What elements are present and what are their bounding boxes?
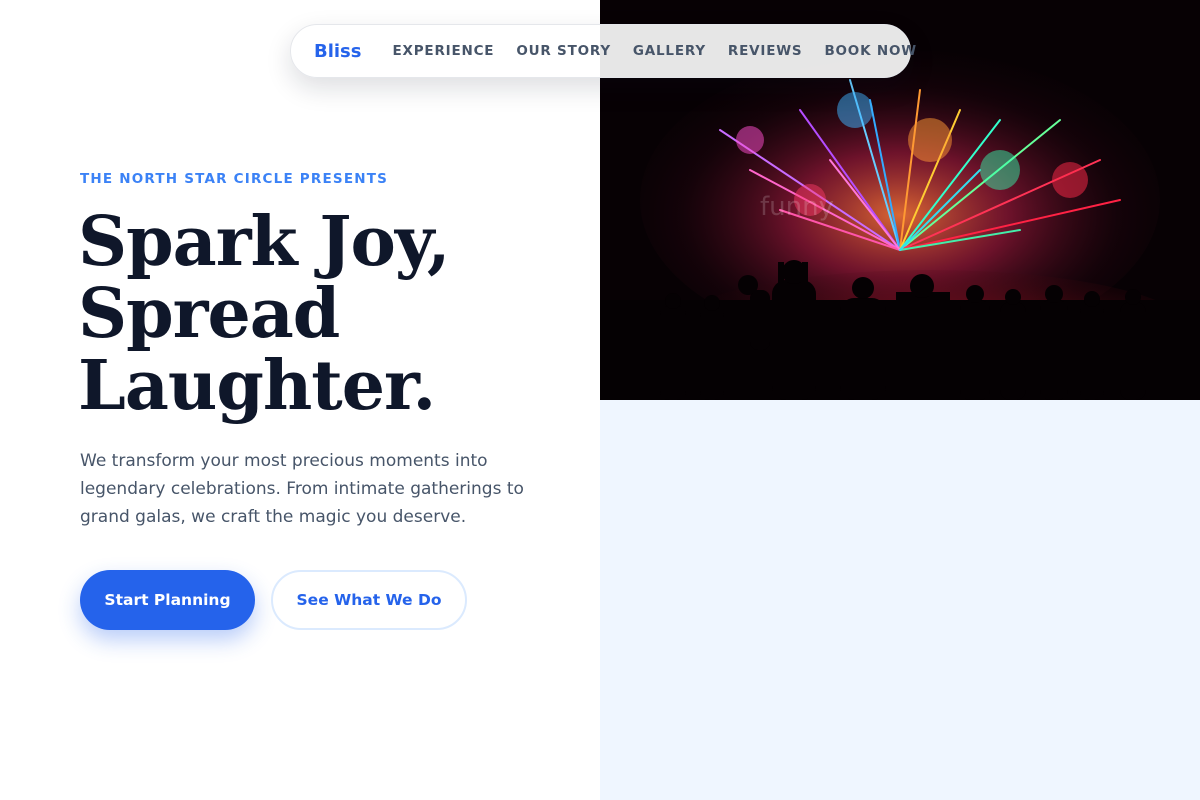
nav-link-reviews[interactable]: REVIEWS	[728, 43, 803, 59]
hero-headline: Spark Joy, Spread Laughter.	[78, 206, 558, 422]
headline-line-2: Spread	[78, 274, 340, 354]
nav-link-our-story[interactable]: OUR STORY	[516, 43, 611, 59]
brand-logo[interactable]: Bliss	[314, 41, 362, 62]
nav-link-gallery[interactable]: GALLERY	[633, 43, 706, 59]
nav-link-book-now[interactable]: BOOK NOW	[824, 43, 916, 59]
svg-text:funny: funny	[760, 192, 834, 222]
headline-line-3: Laughter.	[78, 346, 436, 426]
hero-eyebrow: THE NORTH STAR CIRCLE PRESENTS	[80, 171, 389, 187]
see-what-we-do-button[interactable]: See What We Do	[271, 570, 467, 630]
nav-link-experience[interactable]: EXPERIENCE	[393, 43, 495, 59]
hero-description: We transform your most precious moments …	[80, 451, 524, 527]
headline-line-1: Spark Joy,	[78, 202, 451, 282]
start-planning-button[interactable]: Start Planning	[80, 570, 255, 630]
top-navigation: Bliss EXPERIENCE OUR STORY GALLERY REVIE…	[290, 24, 916, 78]
